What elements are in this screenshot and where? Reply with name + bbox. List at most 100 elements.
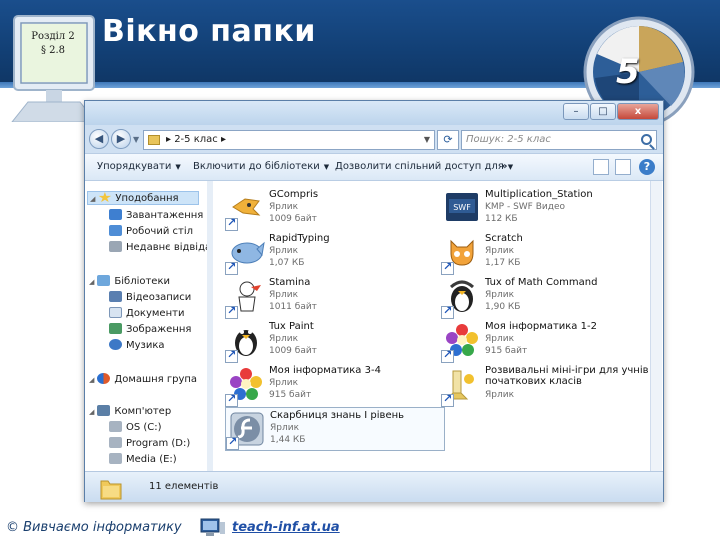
forward-button[interactable]: ▶ [111,129,131,149]
file-size: 1,90 КБ [485,302,521,312]
file-item[interactable]: Моя інформатика 1-2 Ярлик 915 байт [441,319,661,363]
maximize-button[interactable]: □ [590,103,616,120]
shortcut-arrow-icon [225,392,238,407]
nav-item-label: Media (E:) [126,454,177,465]
search-icon[interactable] [641,134,652,145]
file-size: 915 байт [269,390,312,400]
drive-icon [109,437,122,448]
history-dropdown-icon[interactable]: ▼ [133,135,139,144]
file-item[interactable]: Скарбниця знань I рівень Ярлик 1,44 КБ [225,407,445,451]
footer-website-link[interactable]: teach-inf.at.ua [232,520,340,535]
documents-icon [109,307,122,318]
folder-icon [148,135,160,145]
file-name: Multiplication_Station [485,189,593,200]
address-dropdown-icon[interactable]: ▼ [424,131,430,149]
window-titlebar[interactable]: – □ x [85,101,663,125]
nav-item-label: Музика [126,340,165,351]
file-item[interactable]: Stamina Ярлик 1011 байт [225,275,445,319]
recent-places-icon [109,241,122,252]
nav-homegroup[interactable]: ◢ Домашня група [89,373,197,385]
nav-item-label: Робочий стіл [126,226,194,237]
command-bar: Упорядкувати ▼ Включити до бібліотеки ▼ До… [85,153,663,181]
window-controls: – □ x [562,103,659,120]
file-item[interactable]: Tux of Math Command Ярлик 1,90 КБ [441,275,661,319]
refresh-button[interactable]: ⟳ [437,130,459,150]
file-name: Скарбниця знань I рівень [270,410,405,421]
shortcut-arrow-icon [226,435,239,450]
search-placeholder: Пошук: 2-5 клас [466,134,551,145]
status-bar: 11 елементів [85,471,663,502]
file-item[interactable]: SWF Multiplication_Station KMP - SWF Вид… [441,187,661,231]
shortcut-arrow-icon [225,216,238,231]
shortcut-arrow-icon [441,392,454,407]
nav-item-drive-d[interactable]: Program (D:) [109,437,190,449]
file-item[interactable]: RapidTyping Ярлик 1,07 КБ [225,231,445,275]
nav-item-downloads[interactable]: Завантаження [109,209,203,221]
file-size: 112 КБ [485,214,518,224]
homegroup-icon [97,373,111,384]
close-button[interactable]: x [617,103,659,120]
file-item[interactable]: Scratch Ярлик 1,17 КБ [441,231,661,275]
swf-icon: SWF [446,193,478,221]
paragraph-number: § 2.8 [40,45,66,56]
expand-icon[interactable]: ◢ [89,376,94,384]
file-item[interactable]: Tux Paint Ярлик 1009 байт [225,319,445,363]
slide-footer: © Вивчаємо інформатику teach-inf.at.ua [0,514,720,540]
file-item[interactable]: Розвивальні міні-ігри для учнів початков… [441,363,661,407]
nav-item-pictures[interactable]: Зображення [109,323,191,335]
file-type: Ярлик [269,246,299,256]
file-name: Tux Paint [269,321,314,332]
file-item[interactable]: Моя інформатика 3-4 Ярлик 915 байт [225,363,445,407]
computer-icon [200,518,225,536]
minimize-button[interactable]: – [563,103,589,120]
nav-item-recent[interactable]: Недавнє відвідан [109,241,213,253]
expand-icon[interactable]: ◢ [89,408,94,416]
file-type: Ярлик [269,378,299,388]
shortcut-arrow-icon [441,304,454,319]
address-bar[interactable]: ▸ 2-5 клас ▸ ▼ [143,130,435,150]
file-type: Ярлик [269,290,299,300]
nav-homegroup-label: Домашня група [114,374,198,385]
file-name: Scratch [485,233,523,244]
nav-item-videos[interactable]: Відеозаписи [109,291,191,303]
file-size: 1009 байт [269,214,317,224]
file-item[interactable]: GCompris Ярлик 1009 байт [225,187,445,231]
videos-icon [109,291,122,302]
help-icon[interactable]: ? [639,159,655,175]
more-commands-button[interactable]: » [501,161,507,172]
drive-icon [109,453,122,464]
shortcut-arrow-icon [225,260,238,275]
include-library-label: Включити до бібліотеки [193,161,320,172]
file-size: 1,17 КБ [485,258,521,268]
shortcut-arrow-icon [441,260,454,275]
view-options-icon[interactable] [593,159,609,175]
file-size: 1011 байт [269,302,317,312]
organize-button[interactable]: Упорядкувати ▼ [97,161,181,172]
expand-icon[interactable]: ◢ [89,278,94,286]
nav-libraries[interactable]: ◢ Бібліотеки [89,275,170,287]
section-name: Розділ 2 [31,31,75,42]
nav-item-desktop[interactable]: Робочий стіл [109,225,193,237]
downloads-icon [109,209,122,220]
nav-item-music[interactable]: Музика [109,339,165,351]
file-type: Ярлик [485,334,515,344]
file-type: Ярлик [270,423,300,433]
nav-item-documents[interactable]: Документи [109,307,184,319]
nav-item-drive-c[interactable]: OS (C:) [109,421,162,433]
share-button[interactable]: Дозволити спільний доступ для ▼ [335,161,513,172]
nav-libraries-label: Бібліотеки [114,276,171,287]
expand-icon[interactable]: ◢ [90,195,95,203]
libraries-icon [97,275,111,286]
svg-text:SWF: SWF [453,203,471,212]
nav-favorites[interactable]: ◢ Уподобання [87,191,199,205]
back-button[interactable]: ◀ [89,129,109,149]
content-scrollbar[interactable] [650,181,662,471]
include-library-button[interactable]: Включити до бібліотеки ▼ [193,161,329,172]
nav-item-drive-e[interactable]: Media (E:) [109,453,177,465]
preview-pane-icon[interactable] [615,159,631,175]
music-icon [109,339,122,350]
nav-item-label: Недавнє відвідан [126,242,213,253]
file-type: Ярлик [269,334,299,344]
search-input[interactable]: Пошук: 2-5 клас [461,130,657,150]
nav-computer[interactable]: ◢ Комп'ютер [89,405,171,417]
